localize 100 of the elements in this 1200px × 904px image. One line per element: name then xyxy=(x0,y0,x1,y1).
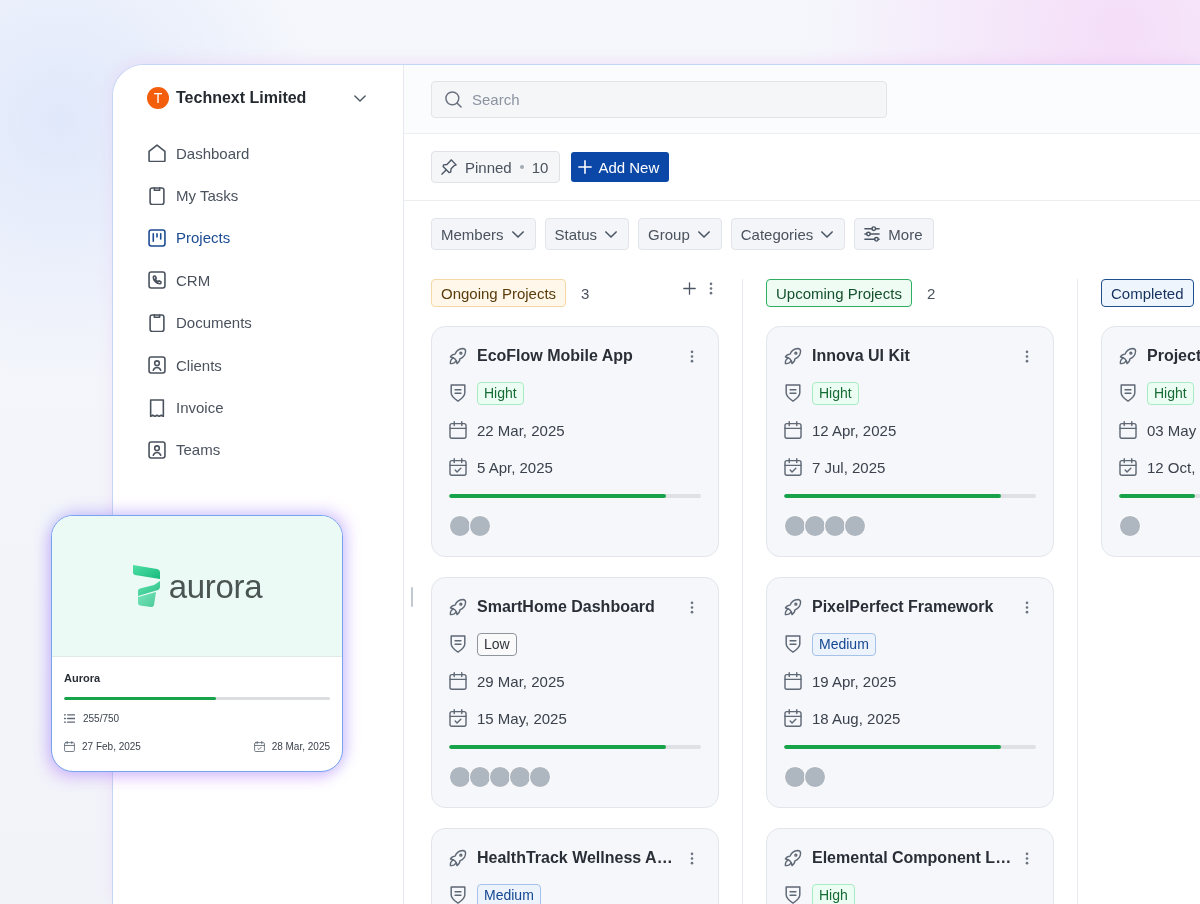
search-icon xyxy=(445,90,462,108)
avatar xyxy=(804,766,826,788)
list-icon xyxy=(64,712,75,724)
avatar xyxy=(1119,515,1141,537)
more-icon[interactable] xyxy=(1025,349,1029,363)
calendar-icon xyxy=(784,421,802,439)
org-avatar: T xyxy=(147,87,169,109)
shield-icon xyxy=(784,886,802,904)
logo-text: aurora xyxy=(168,569,263,603)
avatar xyxy=(844,515,866,537)
resize-handle[interactable] xyxy=(411,587,413,607)
avatar xyxy=(784,515,806,537)
priority-tag: Hight xyxy=(812,381,859,405)
chevron-down-icon xyxy=(821,230,834,238)
nav-item[interactable]: Documents xyxy=(148,301,252,344)
org-name: Technext Limited xyxy=(176,89,307,107)
project-title: EcoFlow Mobile App xyxy=(477,347,633,365)
chevron-down-icon xyxy=(697,230,710,238)
avatar xyxy=(489,766,511,788)
nav-item[interactable]: Dashboard xyxy=(148,132,250,175)
rocket-icon xyxy=(449,598,467,616)
start-date: 29 Mar, 2025 xyxy=(477,672,565,690)
calendar-icon xyxy=(784,672,802,690)
due-date: 28 Mar, 2025 xyxy=(271,740,330,752)
more-icon[interactable] xyxy=(690,851,694,865)
nav-item[interactable]: CRM xyxy=(148,259,211,302)
status-tag: Completed xyxy=(1101,279,1194,307)
nav-item[interactable]: My Tasks xyxy=(148,174,239,217)
plus-icon xyxy=(578,160,593,174)
avatar xyxy=(824,515,846,537)
due-date: 18 Aug, 2025 xyxy=(812,709,901,727)
nav-item[interactable]: Clients xyxy=(148,343,222,387)
chevron-down-icon xyxy=(605,230,618,238)
filter-dropdown[interactable]: Status xyxy=(544,218,630,250)
shield-icon xyxy=(449,384,467,402)
filter-dropdown[interactable]: Members xyxy=(431,218,536,250)
pinned-button[interactable]: Pinned 10 xyxy=(431,151,561,183)
project-title: PixelPerfect Framework xyxy=(812,598,994,616)
pin-icon xyxy=(441,159,457,175)
avatar xyxy=(469,766,491,788)
priority-tag: Low xyxy=(477,632,517,656)
nav-item[interactable]: Teams xyxy=(148,428,221,472)
filter-dropdown[interactable]: More xyxy=(854,218,935,250)
project-title: Aurora xyxy=(64,671,101,685)
more-icon[interactable] xyxy=(690,349,694,363)
start-date: 22 Mar, 2025 xyxy=(477,421,565,439)
more-icon[interactable] xyxy=(1025,600,1029,614)
start-date: 27 Feb, 2025 xyxy=(82,740,141,752)
nav-item[interactable]: Projects xyxy=(148,216,231,260)
due-date: 12 Oct, xyxy=(1147,458,1196,476)
filter-dropdown[interactable]: Group xyxy=(638,218,722,250)
avatar xyxy=(509,766,531,788)
priority-tag: Hight xyxy=(1147,381,1194,405)
receipt-icon xyxy=(148,398,166,417)
rocket-icon xyxy=(784,598,802,616)
sliders-icon xyxy=(864,226,881,242)
add-new-button[interactable]: Add New xyxy=(571,152,670,182)
avatar xyxy=(529,766,551,788)
start-date: 12 Apr, 2025 xyxy=(812,421,897,439)
avatar xyxy=(784,766,806,788)
more-icon[interactable] xyxy=(690,600,694,614)
calendar-icon xyxy=(64,740,75,752)
more-icon[interactable] xyxy=(709,282,713,295)
calendar-icon xyxy=(449,672,467,690)
chevron-down-icon[interactable] xyxy=(354,94,366,102)
contact-card-icon xyxy=(148,356,166,375)
shield-icon xyxy=(784,384,802,402)
rocket-icon xyxy=(449,849,467,867)
status-tag: Upcoming Projects xyxy=(766,279,912,307)
start-date: 03 May xyxy=(1147,421,1197,439)
separator-dot-icon xyxy=(519,165,524,169)
plus-icon[interactable] xyxy=(683,282,696,295)
calendar-check-icon xyxy=(1119,458,1137,476)
project-title: HealthTrack Wellness A… xyxy=(477,849,673,867)
due-date: 7 Jul, 2025 xyxy=(812,458,886,476)
calendar-check-icon xyxy=(784,458,802,476)
phone-icon xyxy=(148,271,166,290)
rocket-icon xyxy=(784,849,802,867)
shield-icon xyxy=(449,635,467,653)
contact-card-icon xyxy=(148,440,166,459)
priority-tag: Hight xyxy=(477,381,524,405)
shield-icon xyxy=(449,886,467,904)
filter-dropdown[interactable]: Categories xyxy=(730,218,846,250)
clipboard-icon xyxy=(148,313,166,332)
calendar-icon xyxy=(1119,421,1137,439)
count-label: 3 xyxy=(581,284,590,302)
shield-icon xyxy=(784,635,802,653)
project-title: Elemental Component L… xyxy=(812,849,1012,867)
calendar-check-icon xyxy=(253,740,265,752)
avatar xyxy=(469,515,491,537)
project-title: SmartHome Dashboard xyxy=(477,598,655,616)
rocket-icon xyxy=(784,347,802,365)
due-date: 15 May, 2025 xyxy=(477,709,567,727)
logo-mark-icon xyxy=(131,564,160,608)
count-label: 2 xyxy=(926,284,936,302)
nav-item[interactable]: Invoice xyxy=(148,386,224,429)
more-icon[interactable] xyxy=(1025,851,1029,865)
avatar xyxy=(449,766,471,788)
search-field[interactable]: Search xyxy=(431,80,887,118)
board-icon xyxy=(148,228,166,247)
